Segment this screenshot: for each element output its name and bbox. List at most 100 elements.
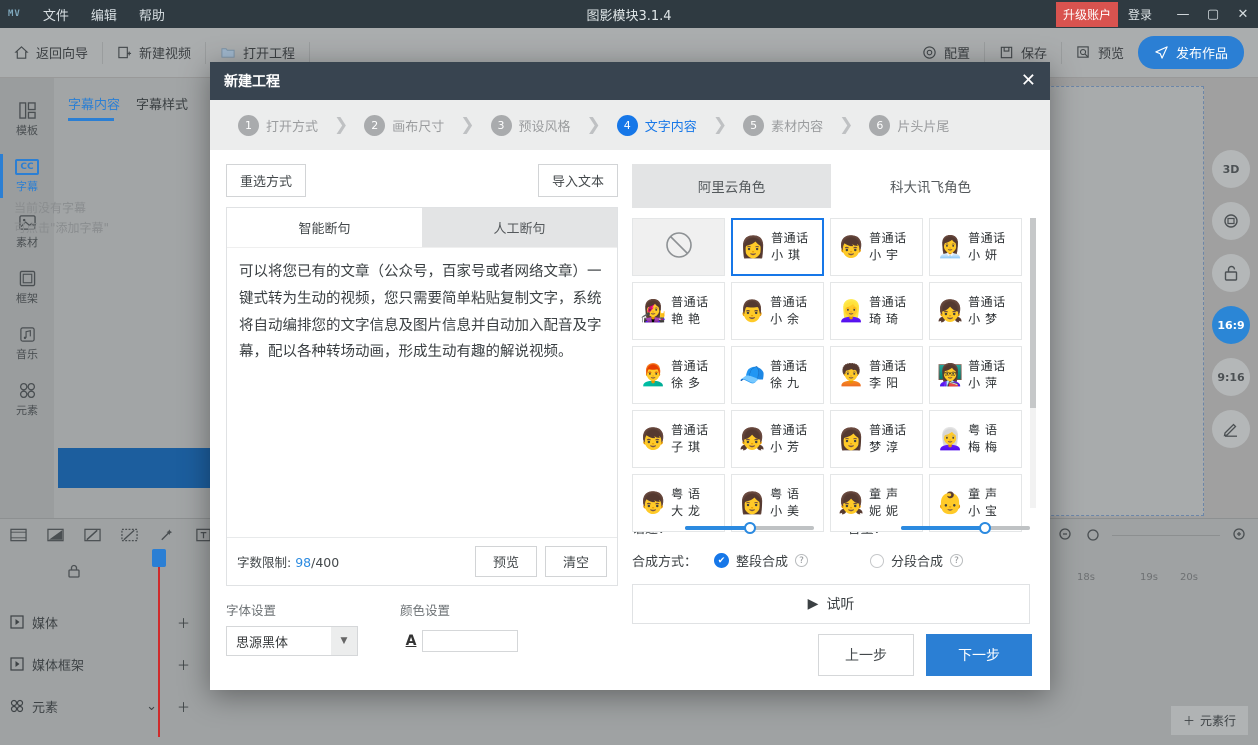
font-select[interactable]: 思源黑体 ▼ <box>226 626 358 656</box>
role-card-xiaomeng[interactable]: 👧 普通话 小 梦 <box>929 282 1022 340</box>
volume-slider-knob[interactable] <box>979 522 991 534</box>
role-grid-scroll-thumb[interactable] <box>1030 218 1036 408</box>
filter-icon[interactable] <box>121 527 138 543</box>
role-card-meimei[interactable]: 👩‍🦳 粤 语 梅 梅 <box>929 410 1022 468</box>
synthesis-whole-label[interactable]: 整段合成 <box>736 551 788 570</box>
role-card-xuduo[interactable]: 👨‍🦰 普通话 徐 多 <box>632 346 725 404</box>
magic-icon[interactable] <box>158 527 175 543</box>
role-card-none[interactable] <box>632 218 725 276</box>
track-add-media[interactable]: ＋ <box>177 613 190 632</box>
synthesis-segment-label[interactable]: 分段合成 <box>891 551 943 570</box>
editor-preview-button[interactable]: 预览 <box>475 546 537 577</box>
reselect-mode-button[interactable]: 重选方式 <box>226 164 306 197</box>
editor-clear-button[interactable]: 清空 <box>545 546 607 577</box>
sidebar-item-element[interactable]: 元素 <box>0 372 54 428</box>
timeline-lock-icon[interactable] <box>66 563 82 583</box>
role-grid-scrollbar[interactable] <box>1030 218 1036 508</box>
role-card-dalong[interactable]: 👦 粤 语 大 龙 <box>632 474 725 532</box>
zoom-in-icon[interactable] <box>1232 527 1248 543</box>
volume-slider[interactable] <box>901 526 1030 530</box>
role-card-xiaofang[interactable]: 👧 普通话 小 芳 <box>731 410 824 468</box>
tab-iflytek-roles[interactable]: 科大讯飞角色 <box>831 164 1030 208</box>
role-card-liyang[interactable]: 🧑‍🦱 普通话 李 阳 <box>830 346 923 404</box>
tab-subtitle-style[interactable]: 字幕样式 <box>136 94 188 121</box>
text-editor-content[interactable]: 可以将您已有的文章（公众号，百家号或者网络文章）一键式转为生动的视频，您只需要简… <box>227 247 617 537</box>
upgrade-account-button[interactable]: 升级账户 <box>1056 2 1118 27</box>
track-row-media-frame[interactable]: 媒体框架 ＋ <box>0 643 190 685</box>
close-icon[interactable]: ✕ <box>1021 72 1036 90</box>
playhead-grip[interactable] <box>152 549 166 567</box>
role-card-xiaobao[interactable]: 👶 童 声 小 宝 <box>929 474 1022 532</box>
sidebar-item-music[interactable]: 音乐 <box>0 316 54 372</box>
radio-whole-checked-icon[interactable]: ✔ <box>714 553 729 568</box>
role-card-xiaoyu[interactable]: 👦 普通话 小 宇 <box>830 218 923 276</box>
sidebar-item-template[interactable]: 模板 <box>0 92 54 148</box>
menu-help[interactable]: 帮助 <box>139 5 165 24</box>
menu-file[interactable]: 文件 <box>43 5 69 24</box>
zoom-slider-track[interactable] <box>1112 535 1220 536</box>
track-row-element[interactable]: 元素 ⌄ ＋ <box>0 685 190 727</box>
save-button[interactable]: 保存 <box>985 43 1061 62</box>
add-element-row-button[interactable]: ＋ 元素行 <box>1171 706 1248 735</box>
subtitle-add-block[interactable] <box>58 448 220 488</box>
prev-step-button[interactable]: 上一步 <box>818 634 914 676</box>
track-add-element[interactable]: ＋ <box>177 697 190 716</box>
ratio-16-9-button[interactable]: 16:9 <box>1212 306 1250 344</box>
role-card-xiaoping[interactable]: 👩‍🏫 普通话 小 萍 <box>929 346 1022 404</box>
back-wizard-button[interactable]: 返回向导 <box>0 43 102 62</box>
sidebar-item-frame[interactable]: 框架 <box>0 260 54 316</box>
role-card-nini[interactable]: 👧 童 声 妮 妮 <box>830 474 923 532</box>
role-card-ziqi[interactable]: 👦 普通话 子 琪 <box>632 410 725 468</box>
ratio-9-16-button[interactable]: 9:16 <box>1212 358 1250 396</box>
role-card-yanyan[interactable]: 👩‍🎤 普通话 艳 艳 <box>632 282 725 340</box>
tab-manual-segmentation[interactable]: 人工断句 <box>422 208 617 247</box>
step-2[interactable]: 2 画布尺寸 <box>364 115 444 136</box>
role-card-xiaoqi[interactable]: 👩 普通话 小 琪 <box>731 218 824 276</box>
zoom-out-icon[interactable] <box>1058 527 1074 543</box>
speed-slider-knob[interactable] <box>744 522 756 534</box>
close-window-button[interactable]: ✕ <box>1228 0 1258 28</box>
next-step-button[interactable]: 下一步 <box>926 634 1032 676</box>
role-card-xiaoyu2[interactable]: 👨 普通话 小 余 <box>731 282 824 340</box>
import-text-button[interactable]: 导入文本 <box>538 164 618 197</box>
speed-slider[interactable] <box>685 526 814 530</box>
chevron-down-icon[interactable]: ⌄ <box>146 699 157 714</box>
transition-icon[interactable] <box>84 527 101 543</box>
tab-subtitle-content[interactable]: 字幕内容 <box>68 94 120 121</box>
edit-pen-icon-button[interactable] <box>1212 410 1250 448</box>
unlock-icon-button[interactable] <box>1212 254 1250 292</box>
open-project-button[interactable]: 打开工程 <box>206 43 309 62</box>
login-button[interactable]: 登录 <box>1128 6 1152 23</box>
role-card-mengchun[interactable]: 👩 普通话 梦 淳 <box>830 410 923 468</box>
menu-edit[interactable]: 编辑 <box>91 5 117 24</box>
maximize-button[interactable]: ▢ <box>1198 0 1228 28</box>
film-icon[interactable] <box>10 527 27 543</box>
step-1[interactable]: 1 打开方式 <box>238 115 318 136</box>
color-value-input[interactable] <box>422 630 518 652</box>
tab-smart-segmentation[interactable]: 智能断句 <box>227 208 422 247</box>
role-card-xujiu[interactable]: 🧢 普通话 徐 九 <box>731 346 824 404</box>
help-icon-segment[interactable]: ? <box>950 554 963 567</box>
role-card-qiqi[interactable]: 👱‍♀️ 普通话 琦 琦 <box>830 282 923 340</box>
sidebar-item-subtitle[interactable]: CC 字幕 <box>0 148 54 204</box>
preview-button[interactable]: 预览 <box>1062 43 1138 62</box>
rotate-icon-button[interactable] <box>1212 202 1250 240</box>
track-add-media-frame[interactable]: ＋ <box>177 655 190 674</box>
split-icon[interactable] <box>47 527 64 543</box>
help-icon-whole[interactable]: ? <box>795 554 808 567</box>
radio-segment-icon[interactable] <box>870 554 884 568</box>
step-5[interactable]: 5 素材内容 <box>743 115 823 136</box>
step-6[interactable]: 6 片头片尾 <box>869 115 949 136</box>
audition-button[interactable]: ▶ 试听 <box>632 584 1030 624</box>
3d-toggle-button[interactable]: 3D <box>1212 150 1250 188</box>
zoom-slider-knob[interactable] <box>1086 528 1100 542</box>
new-video-button[interactable]: 新建视频 <box>103 43 205 62</box>
font-color-icon[interactable]: A <box>400 626 422 656</box>
publish-button[interactable]: 发布作品 <box>1138 36 1244 69</box>
minimize-button[interactable]: — <box>1168 0 1198 28</box>
step-3[interactable]: 3 预设风格 <box>491 115 571 136</box>
step-4[interactable]: 4 文字内容 <box>617 115 697 136</box>
config-button[interactable]: 配置 <box>908 43 984 62</box>
role-card-xiaoyan[interactable]: 👩‍💼 普通话 小 妍 <box>929 218 1022 276</box>
tab-aliyun-roles[interactable]: 阿里云角色 <box>632 164 831 208</box>
